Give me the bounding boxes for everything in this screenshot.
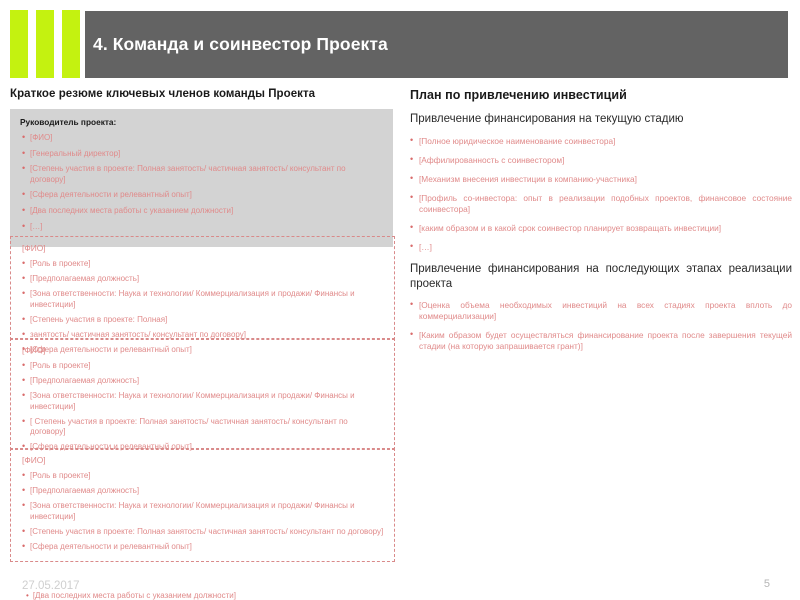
- overflow-list-item: [Два последних места работы с указанием …: [26, 591, 236, 600]
- list-item: [Профиль со-инвестора: опыт в реализации…: [410, 192, 792, 215]
- list-item: [Зона ответственности: Наука и технологи…: [20, 390, 385, 411]
- section-1-title: Привлечение финансирования на текущую ст…: [410, 113, 684, 125]
- right-column: План по привлечению инвестиций Привлечен…: [410, 88, 792, 593]
- list-item: [Сфера деятельности и релевантный опыт]: [20, 541, 385, 553]
- list-item: [Предполагаемая должность]: [20, 273, 385, 285]
- list-item: […]: [20, 221, 383, 233]
- logo-bar-3: [62, 10, 80, 78]
- section-2-list: [Оценка объема необходимых инвестиций на…: [410, 299, 792, 352]
- logo-bar-1: [10, 10, 28, 78]
- list-item: [Степень участия в проекте: Полная]: [20, 314, 385, 326]
- right-column-heading: План по привлечению инвестиций: [410, 88, 627, 102]
- list-item: [Два последних места работы с указанием …: [20, 205, 383, 217]
- list-item: [Роль в проекте]: [20, 258, 385, 270]
- project-leader-panel: Руководитель проекта: [ФИО] [Генеральный…: [10, 109, 393, 247]
- logo-bars: [10, 10, 80, 78]
- team-member-box: [ФИО] [Роль в проекте] [Предполагаемая д…: [10, 236, 395, 356]
- list-item: [каким образом и в какой срок соинвестор…: [410, 222, 792, 234]
- list-item: [Каким образом будет осуществляться фина…: [410, 329, 792, 352]
- list-item: [Зона ответственности: Наука и технологи…: [20, 500, 385, 521]
- list-item: [Роль в проекте]: [20, 360, 385, 372]
- list-item: [Зона ответственности: Наука и технологи…: [20, 288, 385, 309]
- list-item: [ Степень участия в проекте: Полная заня…: [20, 416, 385, 437]
- team-member-list: [Роль в проекте] [Предполагаемая должнос…: [20, 470, 385, 553]
- list-item: [Предполагаемая должность]: [20, 485, 385, 497]
- list-item: [Степень участия в проекте: Полная занят…: [20, 163, 383, 184]
- list-item: [ФИО]: [20, 132, 383, 144]
- project-leader-list: [ФИО] [Генеральный директор] [Степень уч…: [20, 132, 383, 233]
- team-member-name: [ФИО]: [22, 243, 46, 253]
- team-member-box: [ФИО] [Роль в проекте] [Предполагаемая д…: [10, 448, 395, 562]
- team-member-box: [ФИО] [Роль в проекте] [Предполагаемая д…: [10, 338, 395, 453]
- list-item: […]: [410, 241, 792, 253]
- page-number: 5: [763, 578, 770, 590]
- list-item: [Роль в проекте]: [20, 470, 385, 482]
- list-item: [Полное юридическое наименование соинвес…: [410, 135, 792, 147]
- list-item: [Сфера деятельности и релевантный опыт]: [20, 189, 383, 201]
- list-item: [Генеральный директор]: [20, 148, 383, 160]
- project-leader-title: Руководитель проекта:: [20, 117, 117, 127]
- team-member-name: [ФИО]: [22, 345, 46, 355]
- page-title: 4. Команда и соинвестор Проекта: [93, 34, 388, 54]
- logo-bar-2: [36, 10, 54, 78]
- title-band: 4. Команда и соинвестор Проекта: [85, 11, 788, 78]
- left-column-heading: Краткое резюме ключевых членов команды П…: [10, 88, 316, 100]
- team-member-list: [Роль в проекте] [Предполагаемая должнос…: [20, 360, 385, 453]
- list-item: [Степень участия в проекте: Полная занят…: [20, 526, 385, 538]
- slide-root: 4. Команда и соинвестор Проекта Краткое …: [0, 0, 800, 600]
- list-item: [Предполагаемая должность]: [20, 375, 385, 387]
- list-item: [Оценка объема необходимых инвестиций на…: [410, 299, 792, 322]
- team-member-name: [ФИО]: [22, 455, 46, 465]
- section-1-list: [Полное юридическое наименование соинвес…: [410, 135, 792, 253]
- list-item: [Механизм внесения инвестиции в компанию…: [410, 173, 792, 185]
- list-item: [Аффилированность с соинвестором]: [410, 154, 792, 166]
- left-column: Краткое резюме ключевых членов команды П…: [10, 88, 395, 593]
- section-2-title: Привлечение финансирования на последующи…: [410, 262, 792, 290]
